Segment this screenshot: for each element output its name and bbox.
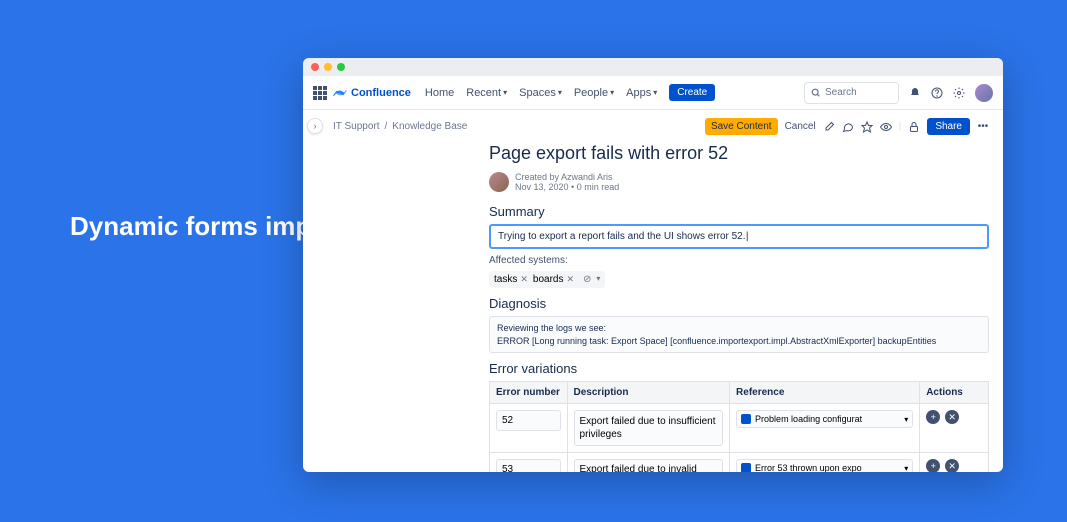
- chip-tasks: tasks✕: [494, 274, 528, 285]
- add-row-icon[interactable]: +: [926, 459, 940, 472]
- remove-row-icon[interactable]: ✕: [945, 410, 959, 424]
- error-variations-table: Error number Description Reference Actio…: [489, 381, 989, 472]
- chevron-down-icon: ▾: [904, 464, 908, 472]
- page-icon: [741, 463, 751, 472]
- nav-apps[interactable]: Apps▾: [626, 87, 657, 99]
- watch-icon[interactable]: [880, 121, 892, 133]
- diagnosis-heading: Diagnosis: [489, 296, 989, 311]
- col-error-number: Error number: [490, 382, 568, 404]
- search-input[interactable]: Search: [804, 82, 899, 104]
- close-window-icon[interactable]: [311, 63, 319, 71]
- save-content-button[interactable]: Save Content: [705, 118, 778, 135]
- error-number-input[interactable]: 52: [496, 410, 561, 431]
- search-icon: [811, 88, 821, 98]
- breadcrumb-page[interactable]: Knowledge Base: [392, 121, 467, 132]
- chip-remove-icon[interactable]: ✕: [520, 274, 528, 285]
- cancel-button[interactable]: Cancel: [785, 121, 816, 132]
- col-description: Description: [567, 382, 730, 404]
- table-row: 53 Export failed due to invalid session …: [490, 453, 989, 472]
- author-name: Created by Azwandi Aris: [515, 172, 619, 182]
- nav-people[interactable]: People▾: [574, 87, 614, 99]
- app-switcher-icon[interactable]: [313, 86, 327, 100]
- brand-name: Confluence: [351, 87, 411, 99]
- more-icon[interactable]: •••: [977, 121, 989, 133]
- description-input[interactable]: Export failed due to insufficient privil…: [574, 410, 724, 446]
- edit-icon[interactable]: [823, 121, 835, 133]
- clear-icon[interactable]: ⊘: [583, 274, 591, 285]
- reference-select[interactable]: Problem loading configurat▾: [736, 410, 913, 428]
- settings-icon[interactable]: [953, 87, 965, 99]
- page-byline: Created by Azwandi Aris Nov 13, 2020 • 0…: [489, 172, 989, 192]
- summary-input[interactable]: Trying to export a report fails and the …: [489, 224, 989, 249]
- chevron-down-icon[interactable]: ▾: [596, 274, 600, 285]
- notifications-icon[interactable]: [909, 87, 921, 99]
- breadcrumb-space[interactable]: IT Support: [333, 121, 380, 132]
- create-button[interactable]: Create: [669, 84, 715, 101]
- chevron-down-icon: ▾: [610, 88, 614, 97]
- breadcrumb: IT Support / Knowledge Base: [333, 121, 467, 132]
- minimize-window-icon[interactable]: [324, 63, 332, 71]
- chevron-down-icon: ▾: [653, 88, 657, 97]
- top-nav: Confluence Home Recent▾ Spaces▾ People▾ …: [303, 76, 1003, 110]
- sidebar-toggle[interactable]: ›: [307, 118, 323, 134]
- error-variations-heading: Error variations: [489, 361, 989, 376]
- chip-remove-icon[interactable]: ✕: [566, 274, 574, 285]
- star-icon[interactable]: [861, 121, 873, 133]
- chip-boards: boards✕: [533, 274, 574, 285]
- reference-select[interactable]: Error 53 thrown upon expo▾: [736, 459, 913, 472]
- page-title: Page export fails with error 52: [489, 143, 989, 164]
- table-row: 52 Export failed due to insufficient pri…: [490, 404, 989, 453]
- page-icon: [741, 414, 751, 424]
- diagnosis-input[interactable]: Reviewing the logs we see: ERROR [Long r…: [489, 316, 989, 353]
- chevron-down-icon: ▾: [904, 415, 908, 424]
- restrictions-icon[interactable]: [908, 121, 920, 133]
- page-meta: Nov 13, 2020 • 0 min read: [515, 182, 619, 192]
- col-reference: Reference: [730, 382, 920, 404]
- titlebar: [303, 58, 1003, 76]
- profile-avatar[interactable]: [975, 84, 993, 102]
- affected-systems-field[interactable]: tasks✕ boards✕ ⊘ ▾: [489, 271, 605, 288]
- error-number-input[interactable]: 53: [496, 459, 561, 472]
- help-icon[interactable]: [931, 87, 943, 99]
- affected-label: Affected systems:: [489, 255, 989, 266]
- summary-heading: Summary: [489, 204, 989, 219]
- maximize-window-icon[interactable]: [337, 63, 345, 71]
- nav-home[interactable]: Home: [425, 87, 454, 99]
- app-window: Confluence Home Recent▾ Spaces▾ People▾ …: [303, 58, 1003, 472]
- confluence-logo[interactable]: Confluence: [333, 86, 411, 100]
- chevron-down-icon: ▾: [558, 88, 562, 97]
- nav-recent[interactable]: Recent▾: [466, 87, 507, 99]
- nav-spaces[interactable]: Spaces▾: [519, 87, 562, 99]
- chevron-down-icon: ▾: [503, 88, 507, 97]
- comment-icon[interactable]: [842, 121, 854, 133]
- remove-row-icon[interactable]: ✕: [945, 459, 959, 472]
- col-actions: Actions: [920, 382, 989, 404]
- add-row-icon[interactable]: +: [926, 410, 940, 424]
- description-input[interactable]: Export failed due to invalid session: [574, 459, 724, 472]
- author-avatar[interactable]: [489, 172, 509, 192]
- share-button[interactable]: Share: [927, 118, 970, 135]
